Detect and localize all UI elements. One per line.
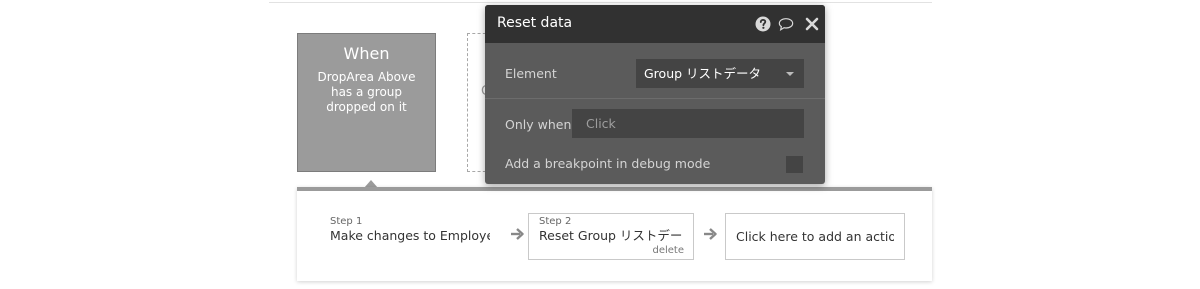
- workflow-step-1[interactable]: Step 1 Make changes to Employee...: [320, 213, 500, 260]
- step-label: Step 1: [330, 216, 363, 227]
- panel-divider: [485, 98, 825, 99]
- add-action-button[interactable]: Click here to add an action...: [725, 213, 905, 260]
- arrow-right-icon: [511, 228, 524, 240]
- breakpoint-label: Add a breakpoint in debug mode: [505, 156, 711, 171]
- delete-step-link[interactable]: delete: [652, 245, 684, 256]
- comment-icon[interactable]: [778, 16, 794, 32]
- element-label: Element: [505, 66, 557, 81]
- step-label: Step 2: [539, 216, 572, 227]
- arrow-right-icon: [704, 228, 717, 240]
- chevron-down-icon: [786, 72, 794, 76]
- only-when-input[interactable]: Click: [572, 109, 804, 138]
- panel-header[interactable]: Reset data: [485, 5, 825, 43]
- only-when-label: Only when: [505, 117, 572, 132]
- trigger-description: DropArea Above has a group dropped on it: [317, 70, 416, 114]
- trigger-card[interactable]: When DropArea Above has a group dropped …: [297, 33, 436, 172]
- add-action-label: Click here to add an action...: [736, 229, 894, 244]
- trigger-title: When: [343, 44, 390, 63]
- close-icon[interactable]: [804, 16, 820, 32]
- element-dropdown[interactable]: Group リストデータ: [636, 59, 804, 88]
- top-divider: [269, 2, 932, 3]
- workflow-step-2[interactable]: Step 2 Reset Group リストデータ delete: [528, 213, 694, 260]
- breakpoint-checkbox[interactable]: [786, 156, 803, 173]
- help-icon[interactable]: [755, 16, 771, 32]
- step-action: Reset Group リストデータ: [539, 228, 683, 243]
- panel-title: Reset data: [497, 15, 573, 31]
- step-action: Make changes to Employee...: [330, 228, 490, 243]
- reset-data-panel: Reset data Element Group リストデータ Only whe…: [485, 5, 825, 184]
- element-dropdown-value: Group リストデータ: [644, 66, 762, 81]
